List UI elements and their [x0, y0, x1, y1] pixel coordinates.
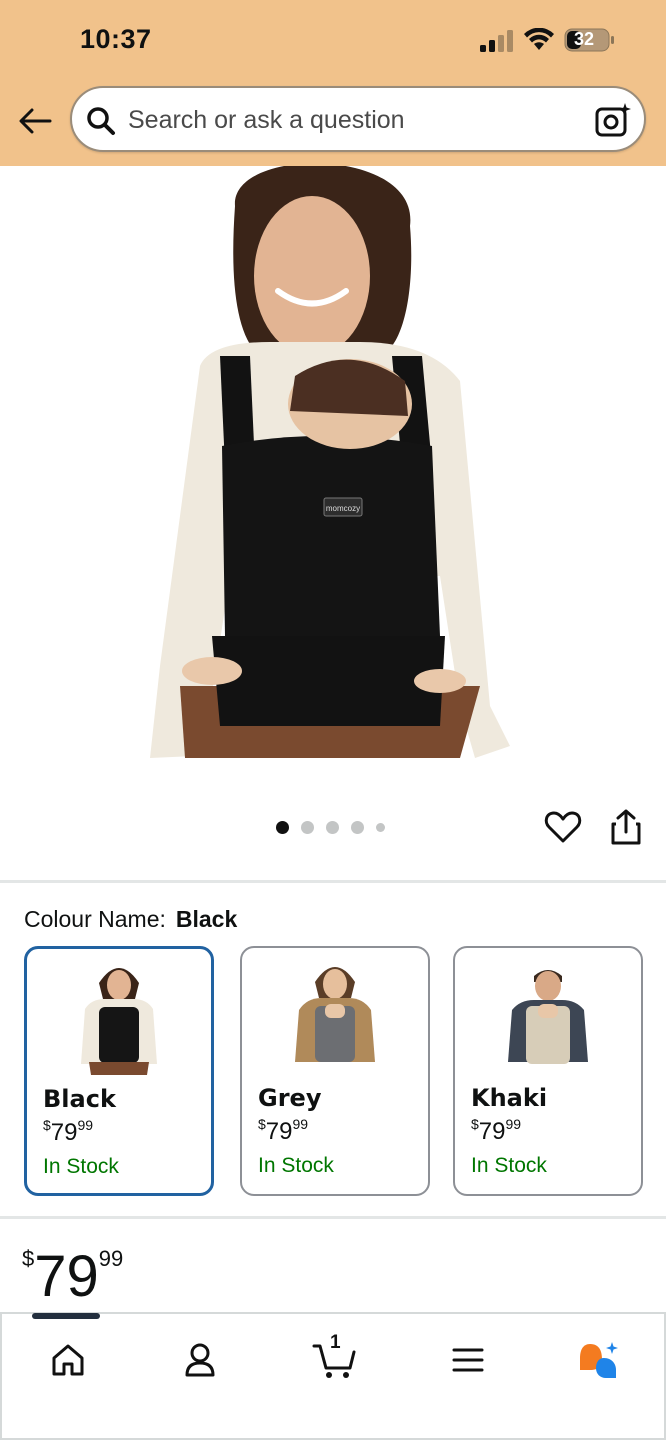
colour-thumbnail: [81, 968, 157, 1075]
rufus-assistant-icon: [580, 1342, 618, 1378]
carousel-dot[interactable]: [276, 820, 289, 834]
section-divider: [0, 880, 666, 883]
colour-option-name: Black: [43, 1085, 116, 1113]
colour-label-text: Colour Name:: [24, 906, 166, 932]
price-whole: 79: [265, 1118, 293, 1145]
nav-menu[interactable]: [446, 1338, 490, 1382]
battery-icon: 32: [564, 28, 616, 52]
back-arrow-icon: [19, 108, 52, 134]
price-whole: 79: [50, 1119, 78, 1146]
price-fraction: 99: [98, 1246, 124, 1271]
colour-option-grey[interactable]: Grey $7999 In Stock: [240, 946, 430, 1196]
colour-option-price: $7999: [258, 1116, 308, 1146]
carousel-dot[interactable]: [301, 820, 314, 834]
back-button[interactable]: [14, 100, 56, 142]
nav-active-indicator: [32, 1313, 100, 1319]
search-icon: [87, 107, 115, 135]
bottom-navigation: 1: [0, 1312, 666, 1440]
price-fraction: 99: [505, 1116, 522, 1132]
brand-label: momcozy: [326, 504, 360, 513]
carousel-indicator: [276, 820, 385, 834]
colour-option-stock: In Stock: [258, 1154, 334, 1177]
status-time: 10:37: [80, 24, 152, 54]
account-icon: [185, 1343, 215, 1377]
nav-rufus[interactable]: [576, 1338, 620, 1382]
section-divider: [0, 1216, 666, 1219]
currency-symbol: $: [258, 1116, 266, 1132]
search-input[interactable]: [128, 98, 588, 142]
carousel-dot[interactable]: [376, 822, 385, 832]
carousel-dot[interactable]: [351, 820, 364, 834]
colour-option-khaki[interactable]: Khaki $7999 In Stock: [453, 946, 643, 1196]
currency-symbol: $: [471, 1116, 479, 1132]
product-image[interactable]: momcozy: [140, 166, 530, 758]
colour-option-stock: In Stock: [43, 1155, 119, 1178]
cellular-signal-icon: [480, 30, 513, 52]
status-bar: 10:37 32: [0, 0, 666, 80]
colour-option-stock: In Stock: [471, 1154, 547, 1177]
search-bar[interactable]: [70, 86, 646, 152]
heart-icon[interactable]: [544, 808, 582, 846]
price-whole: 79: [478, 1118, 506, 1145]
price-whole: 79: [34, 1244, 99, 1309]
nav-account[interactable]: [178, 1338, 222, 1382]
colour-thumbnail: [508, 970, 588, 1064]
cart-count: 1: [330, 1332, 341, 1353]
colour-option-black[interactable]: Black $7999 In Stock: [24, 946, 214, 1196]
menu-icon: [452, 1348, 484, 1372]
carousel-dot[interactable]: [326, 820, 339, 834]
colour-thumbnail: [295, 967, 375, 1062]
colour-selected-value: Black: [175, 906, 238, 932]
battery-level: 32: [574, 29, 595, 49]
share-icon[interactable]: [608, 808, 644, 846]
nav-home[interactable]: [46, 1338, 90, 1382]
currency-symbol: $: [22, 1246, 35, 1271]
colour-option-price: $7999: [471, 1116, 521, 1146]
wifi-icon: [524, 28, 554, 50]
colour-option-name: Grey: [258, 1084, 322, 1112]
price-fraction: 99: [77, 1117, 94, 1133]
product-price: $7999: [22, 1248, 123, 1306]
colour-option-price: $7999: [43, 1117, 93, 1147]
home-icon: [52, 1344, 84, 1376]
colour-option-name: Khaki: [471, 1084, 548, 1112]
nav-cart[interactable]: 1: [312, 1332, 356, 1382]
app-header: 10:37 32: [0, 0, 666, 166]
colour-name-label: Colour Name: Black: [24, 906, 237, 933]
currency-symbol: $: [43, 1117, 51, 1133]
camera-search-icon[interactable]: [594, 101, 632, 139]
price-fraction: 99: [292, 1116, 309, 1132]
